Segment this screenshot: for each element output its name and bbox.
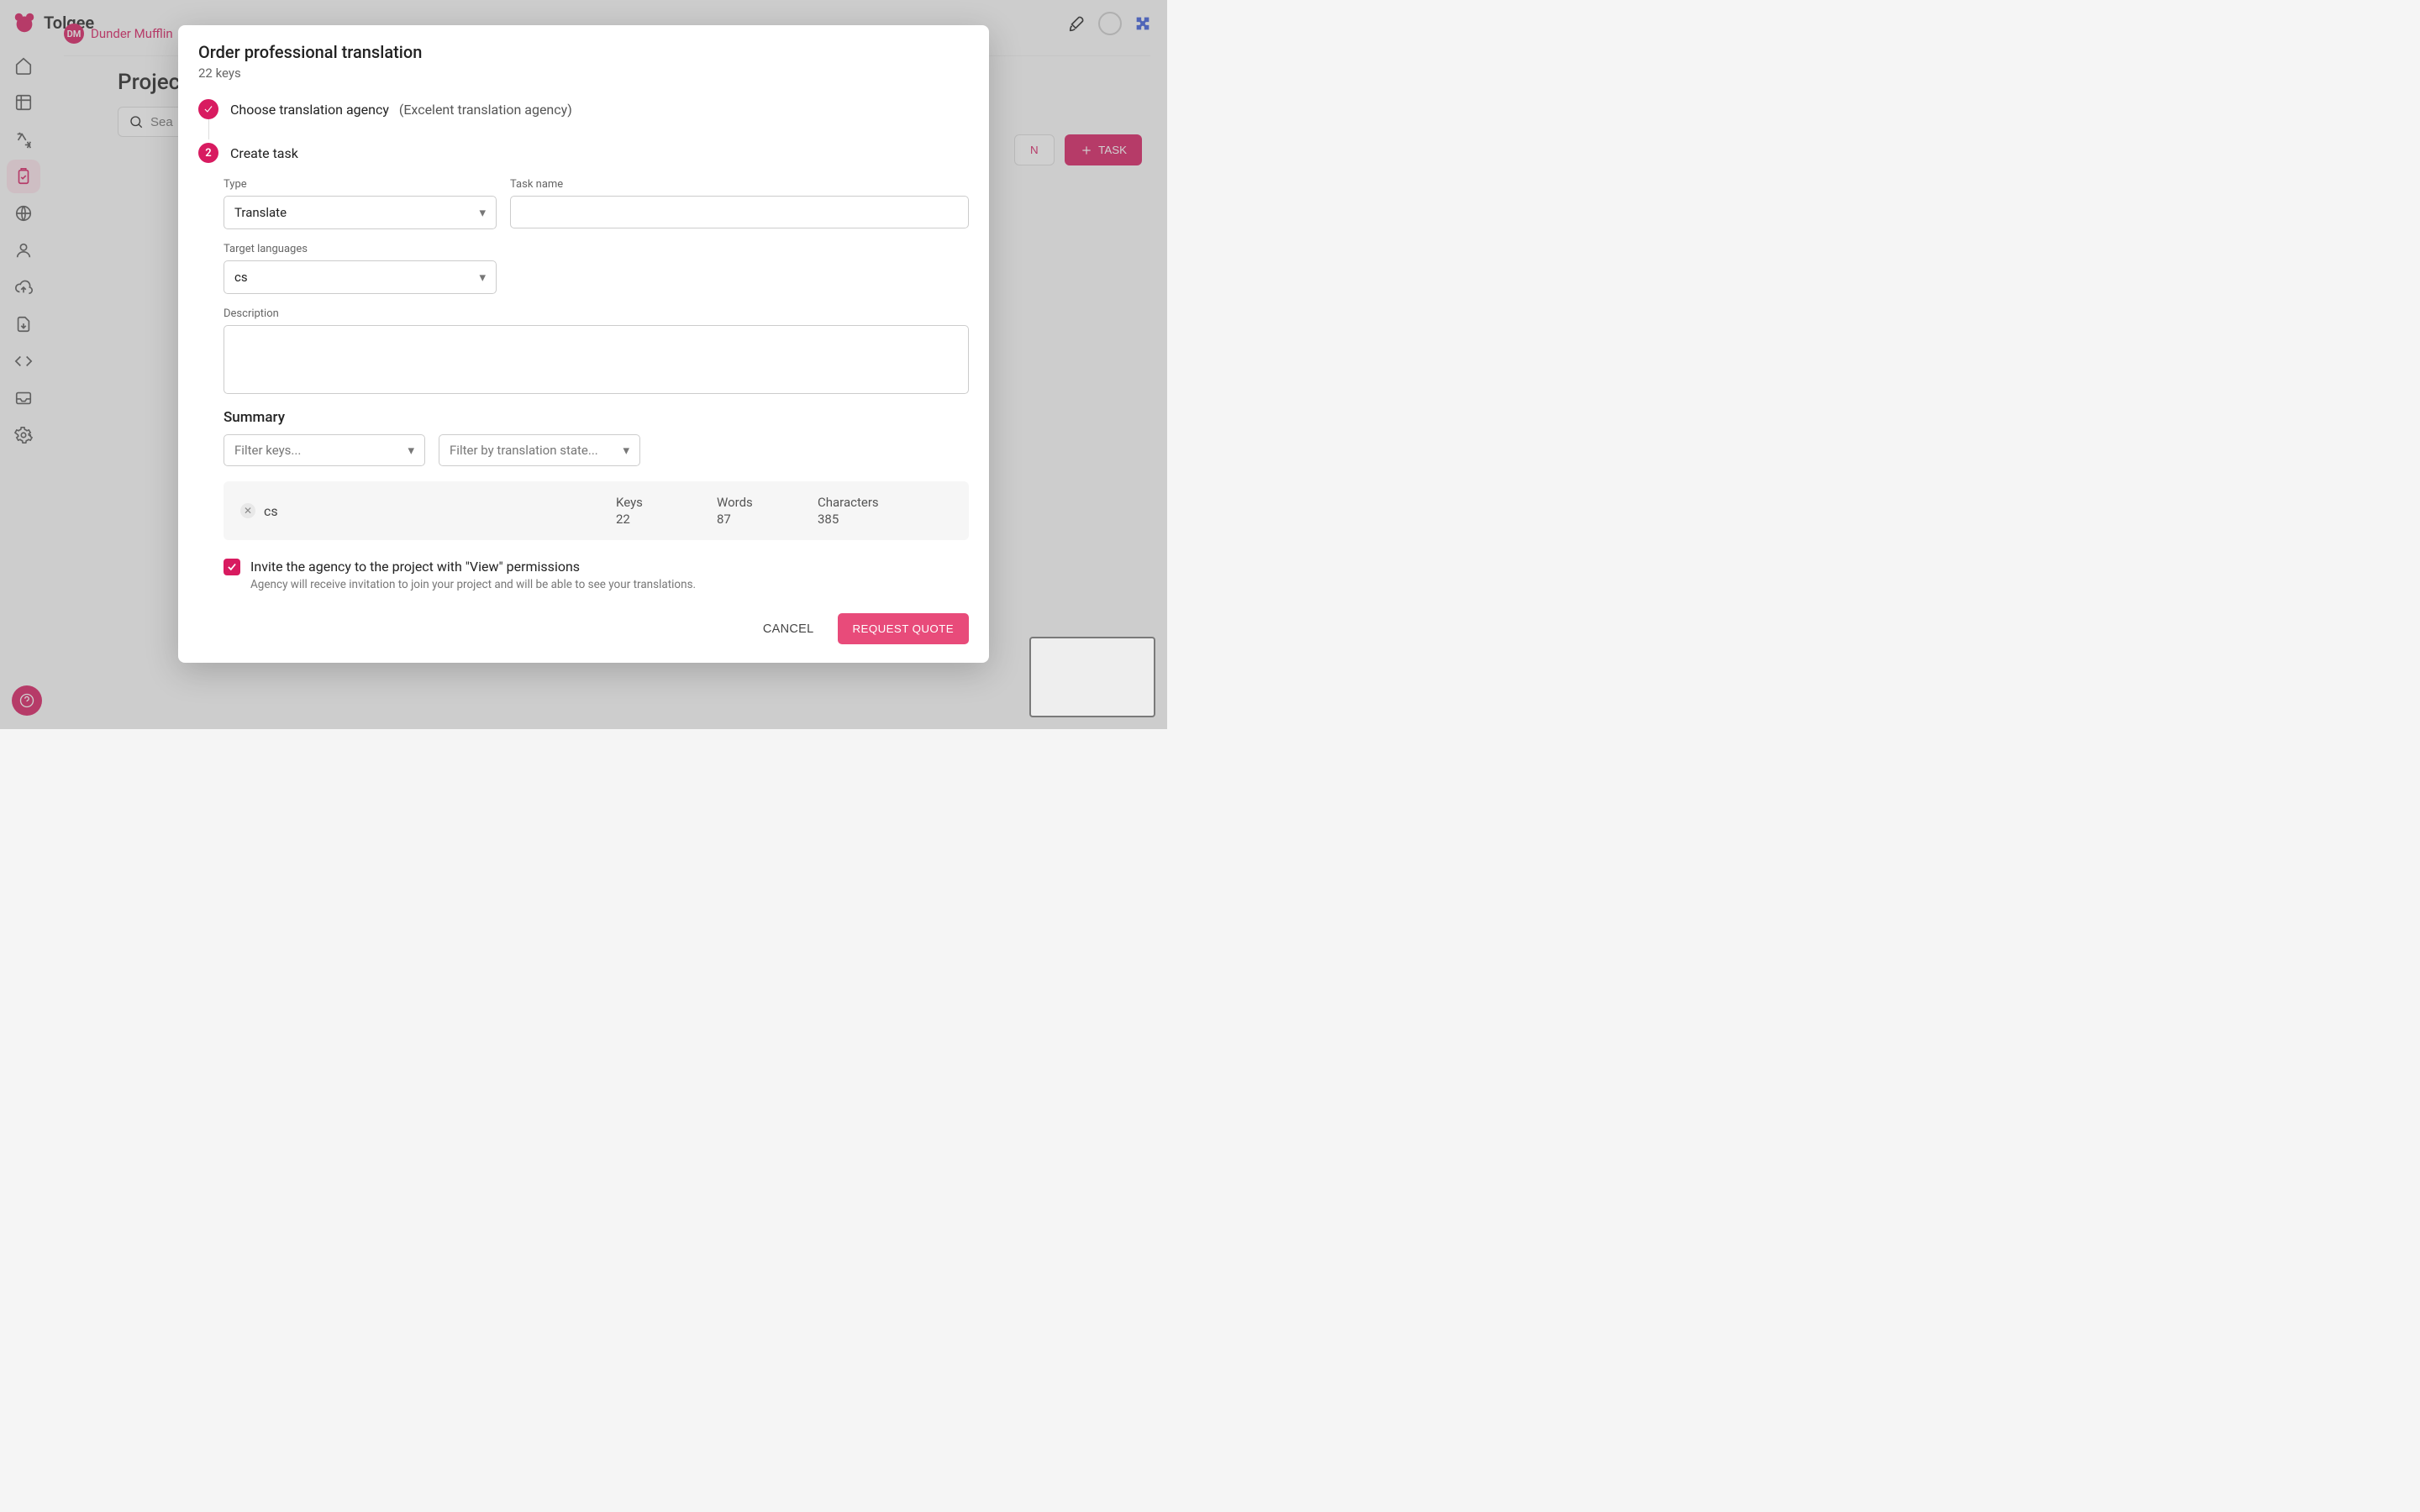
- task-name-field: Task name: [510, 178, 969, 229]
- task-name-input-wrap[interactable]: [510, 196, 969, 228]
- request-quote-button[interactable]: REQUEST QUOTE: [838, 613, 969, 644]
- step-1-label: Choose translation agency: [230, 102, 389, 118]
- order-translation-modal: Order professional translation 22 keys C…: [178, 25, 989, 663]
- summary-lang-code: cs: [264, 503, 278, 519]
- filter-state-select[interactable]: Filter by translation state... ▾: [439, 434, 640, 466]
- filter-keys-select[interactable]: Filter keys... ▾: [224, 434, 425, 466]
- task-name-input[interactable]: [521, 205, 958, 219]
- words-value: 87: [717, 512, 818, 527]
- chars-label: Characters: [818, 495, 952, 510]
- type-select[interactable]: Translate ▾: [224, 196, 497, 229]
- type-field: Type Translate ▾: [224, 178, 497, 229]
- modal-overlay: Order professional translation 22 keys C…: [0, 0, 1167, 729]
- step-2-label: Create task: [230, 145, 298, 161]
- step-1[interactable]: Choose translation agency (Excelent tran…: [198, 99, 969, 119]
- languages-label: Target languages: [224, 243, 497, 255]
- description-field: Description: [224, 307, 969, 394]
- summary-row: ✕ cs Keys 22 Words 87 Characters 385: [224, 481, 969, 540]
- chevron-down-icon: ▾: [623, 443, 629, 458]
- modal-subtitle: 22 keys: [198, 66, 969, 81]
- step-1-selected: (Excelent translation agency): [399, 102, 572, 118]
- languages-select[interactable]: cs ▾: [224, 260, 497, 294]
- chevron-down-icon: ▾: [479, 270, 486, 285]
- words-label: Words: [717, 495, 818, 510]
- keys-value: 22: [616, 512, 717, 527]
- remove-language-button[interactable]: ✕: [240, 503, 255, 518]
- step-1-badge: [198, 99, 218, 119]
- filter-keys-placeholder: Filter keys...: [234, 443, 301, 458]
- summary-title: Summary: [198, 409, 969, 426]
- check-icon: [203, 103, 214, 115]
- description-input[interactable]: [224, 325, 969, 394]
- chevron-down-icon: ▾: [408, 443, 414, 458]
- invite-subtitle: Agency will receive invitation to join y…: [250, 578, 696, 591]
- chars-value: 385: [818, 512, 952, 527]
- type-value: Translate: [234, 205, 287, 220]
- languages-value: cs: [234, 270, 248, 285]
- invite-row: Invite the agency to the project with "V…: [224, 559, 969, 591]
- chevron-down-icon: ▾: [479, 205, 486, 220]
- check-icon: [226, 561, 238, 573]
- languages-field: Target languages cs ▾: [224, 243, 497, 294]
- description-label: Description: [224, 307, 969, 320]
- filter-state-placeholder: Filter by translation state...: [450, 443, 598, 458]
- cancel-button[interactable]: CANCEL: [753, 613, 824, 644]
- step-connector: [208, 119, 209, 139]
- invite-checkbox[interactable]: [224, 559, 240, 575]
- task-name-label: Task name: [510, 178, 969, 191]
- invite-title: Invite the agency to the project with "V…: [250, 559, 696, 575]
- mini-preview[interactable]: [1029, 637, 1155, 717]
- keys-label: Keys: [616, 495, 717, 510]
- step-2-badge: 2: [198, 143, 218, 163]
- modal-title: Order professional translation: [198, 42, 969, 62]
- type-label: Type: [224, 178, 497, 191]
- step-2: 2 Create task: [198, 143, 969, 163]
